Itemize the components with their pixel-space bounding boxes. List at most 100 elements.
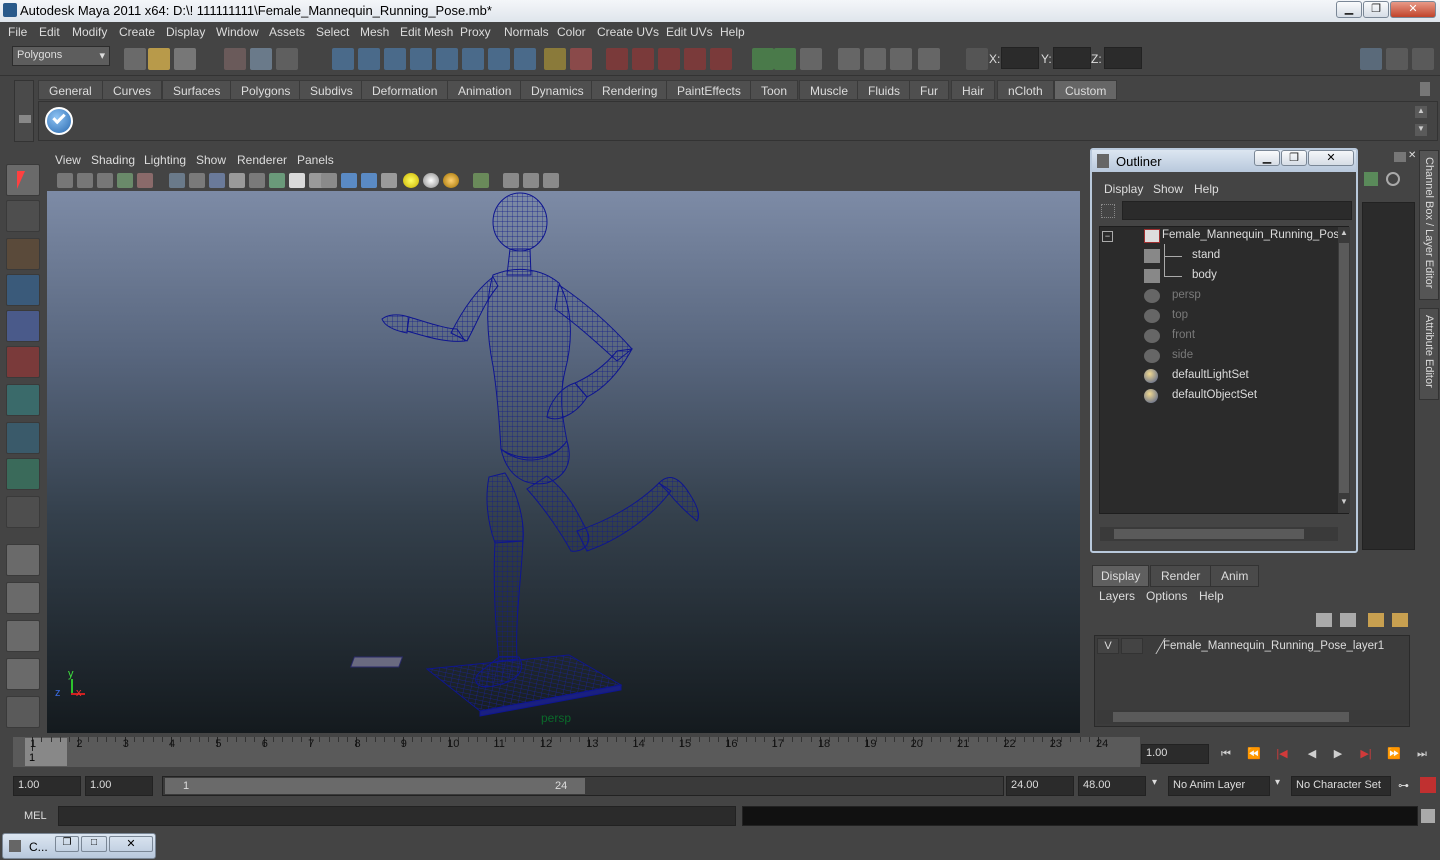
layer-name[interactable]: Female_Mannequin_Running_Pose_layer1 <box>1163 640 1384 652</box>
smooth-shading-icon[interactable] <box>341 173 357 188</box>
tab-hair[interactable]: Hair <box>951 80 996 100</box>
tab-fluids[interactable]: Fluids <box>857 80 912 100</box>
outliner-menu-display[interactable]: Display <box>1104 182 1143 196</box>
menu-select[interactable]: Select <box>316 25 349 39</box>
outliner-title-bar[interactable]: Outliner ▁ ❐ ✕ <box>1092 150 1356 172</box>
command-language-label[interactable]: MEL <box>24 810 47 822</box>
shelf-scroll-up-icon[interactable]: ▲ <box>1415 106 1427 118</box>
menu-display[interactable]: Display <box>166 25 205 39</box>
tab-ncloth[interactable]: nCloth <box>997 80 1054 100</box>
z-field[interactable] <box>1104 47 1142 69</box>
xray-icon[interactable] <box>503 173 519 188</box>
rotate-tool-icon[interactable] <box>6 310 40 342</box>
end-time-field[interactable]: 48.00 <box>1078 776 1146 796</box>
tool-settings-icon[interactable] <box>1386 48 1408 70</box>
channel-icon[interactable] <box>1386 172 1400 186</box>
tab-rendering[interactable]: Rendering <box>591 80 669 100</box>
scroll-thumb[interactable] <box>1114 529 1304 539</box>
tab-fur[interactable]: Fur <box>909 80 949 100</box>
manipulator-tool-icon[interactable] <box>6 384 40 416</box>
scroll-up-icon[interactable]: ▲ <box>1339 228 1349 238</box>
step-forward-key-icon[interactable]: ⏩ <box>1386 746 1402 762</box>
character-set-dropdown[interactable]: No Character Set <box>1291 776 1391 796</box>
outliner-item-body[interactable]: body <box>1192 269 1217 281</box>
layer-visibility-toggle[interactable]: V <box>1097 638 1119 654</box>
channel-box-tab[interactable]: Channel Box / Layer Editor <box>1419 150 1439 300</box>
tab-painteffects[interactable]: PaintEffects <box>666 80 752 100</box>
selection-mask-icon[interactable] <box>488 48 510 70</box>
image-plane-icon[interactable] <box>117 173 133 188</box>
field-chart-icon[interactable] <box>249 173 265 188</box>
menu-color[interactable]: Color <box>557 25 586 39</box>
range-slider-handle[interactable]: 1 24 <box>165 778 585 794</box>
menu-edit[interactable]: Edit <box>39 25 60 39</box>
menu-set-dropdown[interactable]: Polygons ▾ <box>12 46 110 66</box>
tab-custom[interactable]: Custom <box>1054 80 1118 100</box>
collapse-toggle[interactable]: − <box>1102 231 1113 242</box>
show-render-icon[interactable] <box>864 48 886 70</box>
scale-tool-icon[interactable] <box>6 346 40 378</box>
xray-joints-icon[interactable] <box>523 173 539 188</box>
channel-box-toggle-icon[interactable] <box>1360 48 1382 70</box>
outliner-item-default-object-set[interactable]: defaultObjectSet <box>1172 389 1257 401</box>
move-tool-icon[interactable] <box>6 274 40 306</box>
maximize-icon[interactable]: □ <box>81 836 107 852</box>
render-frame-icon[interactable] <box>752 48 774 70</box>
tab-subdivs[interactable]: Subdivs <box>299 80 364 100</box>
ipr-render-icon[interactable] <box>774 48 796 70</box>
outliner-menu-show[interactable]: Show <box>1153 182 1183 196</box>
outliner-vertical-scrollbar[interactable]: ▲ ▼ <box>1338 227 1350 513</box>
isolate-select-icon[interactable] <box>473 173 489 188</box>
viewport-menu-lighting[interactable]: Lighting <box>144 153 186 167</box>
snap-curve-icon[interactable] <box>358 48 380 70</box>
y-field[interactable] <box>1053 47 1091 69</box>
viewport-menu-view[interactable]: View <box>55 153 81 167</box>
viewport-menu-panels[interactable]: Panels <box>297 153 334 167</box>
select-hierarchy-icon[interactable] <box>224 48 246 70</box>
snap-surface-icon[interactable] <box>436 48 458 70</box>
ambient-occlusion-icon[interactable] <box>543 173 559 188</box>
bookmark-icon[interactable] <box>97 173 113 188</box>
persp-outliner-layout-icon[interactable] <box>6 620 40 652</box>
outliner-menu-help[interactable]: Help <box>1194 182 1219 196</box>
snap-plane-icon[interactable] <box>410 48 432 70</box>
save-scene-icon[interactable] <box>174 48 196 70</box>
camera-select-icon[interactable] <box>57 173 73 188</box>
wireframe-shading-icon[interactable] <box>321 173 337 188</box>
viewport-menu-shading[interactable]: Shading <box>91 153 135 167</box>
command-input[interactable] <box>58 806 736 826</box>
close-button[interactable]: ✕ <box>1390 1 1436 18</box>
tab-animation[interactable]: Animation <box>447 80 523 100</box>
lasso-tool-icon[interactable] <box>6 200 40 232</box>
play-backwards-icon[interactable]: ◀ <box>1304 746 1320 762</box>
render-settings-icon[interactable] <box>800 48 822 70</box>
attribute-editor-tab[interactable]: Attribute Editor <box>1419 308 1439 400</box>
last-tool-icon[interactable] <box>6 496 40 528</box>
resolution-gate-icon[interactable] <box>209 173 225 188</box>
help-mask-icon[interactable] <box>514 48 536 70</box>
layer-menu-options[interactable]: Options <box>1146 589 1187 603</box>
gate-mask-icon[interactable] <box>229 173 245 188</box>
tab-dynamics[interactable]: Dynamics <box>520 80 595 100</box>
menu-normals[interactable]: Normals <box>504 25 549 39</box>
current-time-field[interactable]: 1.00 <box>1141 744 1209 764</box>
menu-modify[interactable]: Modify <box>72 25 107 39</box>
persp-graph-layout-icon[interactable] <box>6 658 40 690</box>
menu-help[interactable]: Help <box>720 25 745 39</box>
select-tool-icon[interactable] <box>6 164 40 196</box>
tab-polygons[interactable]: Polygons <box>230 80 302 100</box>
select-object-icon[interactable] <box>250 48 272 70</box>
tab-curves[interactable]: Curves <box>102 80 163 100</box>
grid-icon[interactable] <box>169 173 185 188</box>
camera-attributes-icon[interactable] <box>77 173 93 188</box>
tab-surfaces[interactable]: Surfaces <box>162 80 232 100</box>
auto-key-icon[interactable] <box>1420 777 1436 793</box>
menu-create[interactable]: Create <box>119 25 155 39</box>
viewport-menu-renderer[interactable]: Renderer <box>237 153 287 167</box>
minimized-window[interactable]: C... ❐ □ ✕ <box>2 833 156 859</box>
range-slider[interactable]: 1 24 <box>162 776 1004 796</box>
menu-create-uvs[interactable]: Create UVs <box>597 25 659 39</box>
menu-window[interactable]: Window <box>216 25 259 39</box>
create-layer-from-selected-icon[interactable] <box>1392 613 1408 627</box>
play-forwards-icon[interactable]: ▶ <box>1330 746 1346 762</box>
